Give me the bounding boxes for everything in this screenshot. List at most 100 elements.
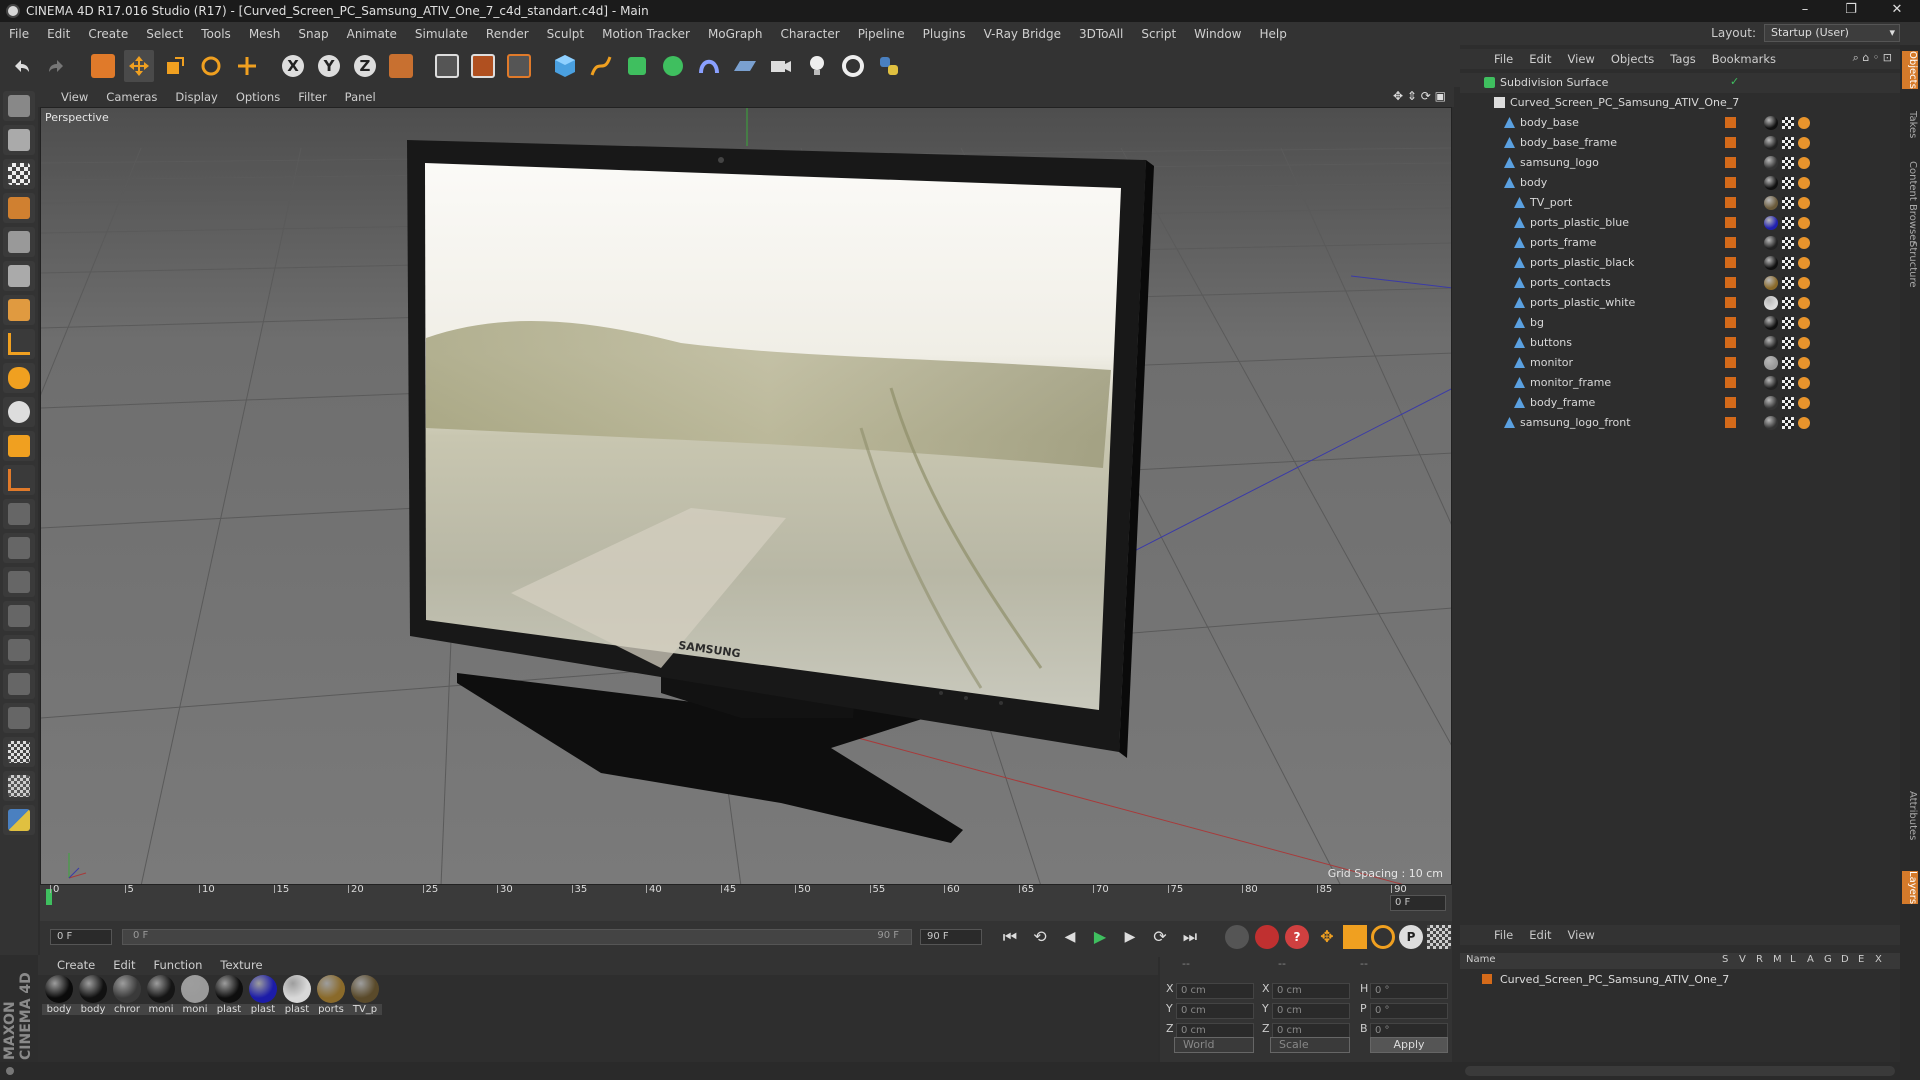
material-menu-create[interactable]: Create — [48, 958, 104, 972]
material-swatch[interactable]: plast — [246, 975, 280, 1015]
side-tab-layers[interactable]: Layers — [1902, 871, 1918, 905]
next-key-button[interactable]: ⟳ — [1148, 925, 1172, 949]
horizontal-scrollbar[interactable] — [1465, 1066, 1895, 1076]
material-tag-icon[interactable] — [1764, 116, 1778, 130]
menu-sculpt[interactable]: Sculpt — [538, 27, 593, 41]
layer-column-s[interactable]: S — [1722, 954, 1728, 965]
object-row[interactable]: buttons — [1460, 333, 1900, 353]
menu-mograph[interactable]: MoGraph — [699, 27, 772, 41]
material-tag-icon[interactable] — [1764, 196, 1778, 210]
object-row[interactable]: ports_frame — [1460, 233, 1900, 253]
workplane-mode-button[interactable] — [3, 193, 35, 223]
grid-lock-button[interactable] — [3, 737, 35, 767]
autokey-button[interactable] — [1255, 925, 1279, 949]
uvw-tag-icon[interactable] — [1782, 297, 1794, 309]
workplane-button[interactable] — [3, 465, 35, 495]
material-swatch[interactable]: body — [42, 975, 76, 1015]
uvw-tag-icon[interactable] — [1782, 237, 1794, 249]
layer-color-swatch[interactable] — [1725, 317, 1736, 328]
perspective-viewport[interactable]: SAMSUNG Perspective Grid Spacing : 10 cm — [40, 107, 1452, 885]
coord-value-field[interactable]: 0 ° — [1370, 983, 1448, 999]
enabled-check-icon[interactable]: ✓ — [1730, 75, 1739, 88]
floor-button[interactable] — [730, 50, 760, 82]
material-menu-texture[interactable]: Texture — [211, 958, 271, 972]
object-row[interactable]: ports_plastic_blue — [1460, 213, 1900, 233]
phong-tag-icon[interactable] — [1798, 297, 1810, 309]
uvw-tag-icon[interactable] — [1782, 277, 1794, 289]
side-tab-content-browser[interactable]: Content Browser — [1902, 161, 1918, 244]
layer-color-swatch[interactable] — [1725, 177, 1736, 188]
menu-create[interactable]: Create — [79, 27, 137, 41]
phong-tag-icon[interactable] — [1798, 217, 1810, 229]
sculpt-brush-7-button[interactable] — [3, 703, 35, 733]
menu-script[interactable]: Script — [1132, 27, 1185, 41]
side-tab-attributes[interactable]: Attributes — [1902, 791, 1918, 840]
uvw-tag-icon[interactable] — [1782, 257, 1794, 269]
live-selection-button[interactable] — [88, 50, 118, 82]
menu-v-ray-bridge[interactable]: V-Ray Bridge — [975, 27, 1070, 41]
side-tab-structure[interactable]: Structure — [1902, 241, 1918, 288]
uvw-tag-icon[interactable] — [1782, 157, 1794, 169]
step-back-button[interactable]: ◀ — [1058, 925, 1082, 949]
menu-select[interactable]: Select — [137, 27, 192, 41]
redo-button[interactable] — [42, 50, 72, 82]
sculpt-brush-1-button[interactable] — [3, 499, 35, 529]
key-parameter-button[interactable]: P — [1399, 925, 1423, 949]
menu-window[interactable]: Window — [1185, 27, 1250, 41]
layer-menu-edit[interactable]: Edit — [1521, 928, 1559, 942]
phong-tag-icon[interactable] — [1798, 197, 1810, 209]
layer-color-swatch[interactable] — [1725, 277, 1736, 288]
object-menu-edit[interactable]: Edit — [1521, 52, 1559, 66]
viewport-nav-icons[interactable]: ✥ ⇕ ⟳ ▣ — [1393, 89, 1446, 103]
size-mode-dropdown[interactable]: Scale — [1270, 1037, 1350, 1053]
layer-color-swatch[interactable] — [1725, 377, 1736, 388]
points-mode-button[interactable] — [3, 227, 35, 257]
render-picture-viewer-button[interactable] — [468, 50, 498, 82]
render-settings-button[interactable] — [504, 50, 534, 82]
start-frame-field[interactable]: 0 F — [50, 929, 112, 945]
layer-color-swatch[interactable] — [1725, 137, 1736, 148]
object-row[interactable]: samsung_logo_front — [1460, 413, 1900, 433]
menu-motion-tracker[interactable]: Motion Tracker — [593, 27, 699, 41]
timeline-ruler[interactable]: 0 F 0 5 10 15 20 25 30 35 40 45 50 55 60 65 70 75 80 85 90 — [40, 884, 1452, 921]
side-tab-objects[interactable]: Objects — [1902, 51, 1918, 89]
previous-key-button[interactable]: ⟲ — [1028, 925, 1052, 949]
menu-pipeline[interactable]: Pipeline — [849, 27, 914, 41]
sculpt-brush-2-button[interactable] — [3, 533, 35, 563]
layer-column-d[interactable]: D — [1841, 954, 1849, 965]
object-row[interactable]: body_base_frame — [1460, 133, 1900, 153]
layer-column-m[interactable]: M — [1773, 954, 1782, 965]
current-frame-field[interactable]: 0 F — [1390, 895, 1446, 911]
key-rotation-button[interactable] — [1371, 925, 1395, 949]
uvw-tag-icon[interactable] — [1782, 337, 1794, 349]
menu-snap[interactable]: Snap — [289, 27, 337, 41]
phong-tag-icon[interactable] — [1798, 377, 1810, 389]
object-row[interactable]: ports_plastic_black — [1460, 253, 1900, 273]
material-swatch[interactable]: plast — [212, 975, 246, 1015]
layout-dropdown[interactable]: Startup (User) ▾ — [1764, 24, 1900, 42]
uvw-tag-icon[interactable] — [1782, 357, 1794, 369]
go-to-end-button[interactable]: ⏭ — [1178, 925, 1202, 949]
sculpt-brush-5-button[interactable] — [3, 635, 35, 665]
menu-help[interactable]: Help — [1250, 27, 1295, 41]
layer-color-swatch[interactable] — [1725, 157, 1736, 168]
key-pla-button[interactable] — [1427, 925, 1451, 949]
material-tag-icon[interactable] — [1764, 176, 1778, 190]
material-tag-icon[interactable] — [1764, 276, 1778, 290]
move-tool-button[interactable] — [124, 50, 154, 82]
cube-button[interactable] — [550, 50, 580, 82]
material-swatch[interactable]: chror — [110, 975, 144, 1015]
grid-snap-button[interactable] — [3, 771, 35, 801]
phong-tag-icon[interactable] — [1798, 277, 1810, 289]
object-row[interactable]: body_base — [1460, 113, 1900, 133]
go-to-start-button[interactable]: ⏮ — [998, 925, 1022, 949]
layer-row[interactable]: Curved_Screen_PC_Samsung_ATIV_One_7 — [1460, 971, 1900, 989]
object-menu-file[interactable]: File — [1486, 52, 1521, 66]
material-menu-edit[interactable]: Edit — [104, 958, 144, 972]
playhead[interactable] — [46, 889, 52, 905]
tweak-mode-button[interactable] — [3, 363, 35, 393]
coord-value-field[interactable]: 0 cm — [1272, 1003, 1350, 1019]
python-script-button[interactable] — [3, 805, 35, 835]
layer-color-swatch[interactable] — [1725, 297, 1736, 308]
layer-color-swatch[interactable] — [1725, 257, 1736, 268]
